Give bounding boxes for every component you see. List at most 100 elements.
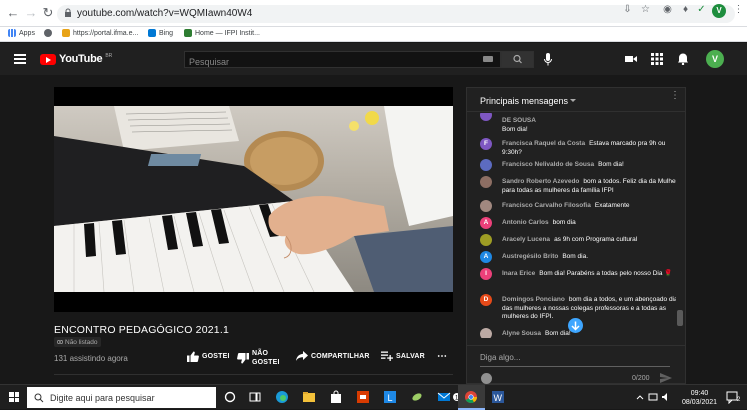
youtube-header: YouTube BR V xyxy=(0,43,747,75)
url-text: youtube.com/watch?v=WQMIawn40W4 xyxy=(77,8,253,19)
forward-icon[interactable]: → xyxy=(24,6,38,20)
bookmark-apps[interactable]: Apps xyxy=(8,29,35,37)
share-button[interactable]: COMPARTILHAR xyxy=(296,351,370,361)
unlisted-badge: Não listado xyxy=(54,337,101,347)
youtube-logo[interactable]: YouTube BR xyxy=(40,53,112,65)
user-avatar[interactable]: V xyxy=(706,50,724,68)
chat-message: Francisco Carvalho Filosofia Exatamente xyxy=(480,200,676,212)
notifications-bell-icon[interactable] xyxy=(677,53,689,65)
lock-icon xyxy=(65,8,71,17)
chat-mode-selector[interactable]: Principais mensagens xyxy=(480,96,568,106)
chat-message: Francisco Nelivaldo de Sousa Bom dia! xyxy=(480,159,676,171)
extensions-puzzle-icon[interactable]: ♦ xyxy=(680,4,691,15)
taskbar-search[interactable]: Digite aqui para pesquisar xyxy=(27,387,216,408)
bookmark-ifpi[interactable]: Home — IFPI Instit... xyxy=(184,29,260,37)
store-icon[interactable] xyxy=(329,390,343,404)
address-bar[interactable]: youtube.com/watch?v=WQMIawn40W4 xyxy=(57,5,735,23)
search-button[interactable] xyxy=(501,51,534,68)
thumbs-down-icon xyxy=(237,352,249,363)
divider xyxy=(54,374,453,375)
install-icon[interactable]: ⇩ xyxy=(622,4,633,15)
bookmark-portal-ifma[interactable]: https://portal.ifma.e... xyxy=(62,29,138,37)
chat-scrollbar[interactable] xyxy=(677,310,683,326)
app-l-icon[interactable]: L xyxy=(383,390,397,404)
video-frame xyxy=(54,106,453,292)
more-actions-icon[interactable]: ⋯ xyxy=(437,351,448,362)
chevron-down-icon[interactable] xyxy=(570,99,576,102)
task-view-icon[interactable] xyxy=(248,390,262,404)
chat-input-area: Diga algo... 0/200 xyxy=(467,345,685,384)
chat-avatar: F xyxy=(480,138,492,150)
live-chat: Principais mensagens ⋮ DE SOUSA Bom dia! … xyxy=(466,87,686,384)
app-leaf-icon[interactable] xyxy=(410,390,424,404)
windows-start-icon[interactable] xyxy=(9,392,19,402)
chat-avatar xyxy=(480,113,492,121)
search-icon xyxy=(34,393,44,402)
chat-avatar: A xyxy=(480,217,492,229)
volume-icon[interactable] xyxy=(661,390,671,404)
menu-icon[interactable] xyxy=(14,54,26,64)
chat-message: A Antonio Carlos bom dia xyxy=(480,217,676,229)
network-icon[interactable] xyxy=(648,390,658,404)
character-counter: 0/200 xyxy=(632,375,650,382)
chrome-icon[interactable] xyxy=(464,390,478,404)
edge-icon[interactable] xyxy=(275,390,289,404)
dislike-button[interactable]: NÃO GOSTEI xyxy=(237,349,280,367)
chat-avatar: A xyxy=(480,251,492,263)
back-icon[interactable]: ← xyxy=(6,6,20,20)
emoji-icon[interactable] xyxy=(481,373,492,384)
chat-avatar xyxy=(480,200,492,212)
reload-icon[interactable]: ↻ xyxy=(41,6,55,20)
input-underline xyxy=(480,366,670,367)
app-red-icon[interactable] xyxy=(356,390,370,404)
star-icon[interactable]: ☆ xyxy=(640,4,651,15)
tray-chevron-up-icon[interactable] xyxy=(635,390,645,404)
extension-2-icon[interactable]: ✓ xyxy=(696,4,707,15)
like-button[interactable]: GOSTEI xyxy=(187,351,230,362)
file-explorer-icon[interactable] xyxy=(302,390,316,404)
viewer-count: 131 assistindo agora xyxy=(54,354,128,363)
bookmark-globe[interactable] xyxy=(44,29,52,37)
chat-input[interactable]: Diga algo... xyxy=(480,353,520,362)
scroll-to-bottom-button[interactable] xyxy=(568,318,583,333)
link-icon xyxy=(57,340,63,344)
add-to-playlist-icon xyxy=(381,351,393,361)
search-icon xyxy=(513,54,522,64)
chat-avatar xyxy=(480,176,492,188)
watch-page: ENCONTRO PEDAGÓGICO 2021.1 Não listado 1… xyxy=(0,75,747,384)
keyboard-icon[interactable] xyxy=(483,56,493,62)
create-video-icon[interactable] xyxy=(625,53,637,65)
system-clock[interactable]: 09:40 08/03/2021 xyxy=(682,389,717,407)
search-box xyxy=(184,51,501,70)
search-input[interactable] xyxy=(185,54,465,70)
notification-count: 2 xyxy=(737,397,741,403)
chat-message: F Francisca Raquel da Costa Estava marcad… xyxy=(480,138,676,157)
youtube-play-icon xyxy=(40,53,56,65)
thumbs-up-icon xyxy=(187,351,199,362)
windows-taskbar: Digite aqui para pesquisar L 1 W 09:40 0… xyxy=(0,384,747,410)
cortana-icon[interactable] xyxy=(223,390,237,404)
save-button[interactable]: SALVAR xyxy=(381,351,425,361)
ifpi-icon xyxy=(184,29,192,37)
apps-grid-icon xyxy=(8,29,16,37)
mail-icon[interactable] xyxy=(437,390,451,404)
chat-avatar xyxy=(480,159,492,171)
bookmark-bing[interactable]: Bing xyxy=(148,29,173,37)
chat-messages: DE SOUSA Bom dia! F Francisca Raquel da C… xyxy=(467,113,676,338)
chat-message: A Austregésilo Brito Bom dia. xyxy=(480,251,676,263)
word-icon[interactable]: W xyxy=(491,390,505,404)
microphone-icon[interactable] xyxy=(544,53,552,66)
send-icon[interactable] xyxy=(660,373,672,383)
apps-icon[interactable] xyxy=(651,53,663,65)
chat-avatar: I xyxy=(480,268,492,280)
chat-more-icon[interactable]: ⋮ xyxy=(670,91,680,101)
browser-profile-avatar[interactable]: V xyxy=(712,4,726,18)
svg-text:W: W xyxy=(494,393,503,403)
bookmark-favicon-icon xyxy=(62,29,70,37)
extension-1-icon[interactable]: ◉ xyxy=(662,4,673,15)
video-player[interactable] xyxy=(54,87,453,312)
browser-menu-icon[interactable]: ⋮ xyxy=(733,4,744,15)
bing-icon xyxy=(148,29,156,37)
video-title: ENCONTRO PEDAGÓGICO 2021.1 xyxy=(54,324,229,336)
chat-message: I Inara Erice Bom dia! Parabéns a todas p… xyxy=(480,268,676,280)
